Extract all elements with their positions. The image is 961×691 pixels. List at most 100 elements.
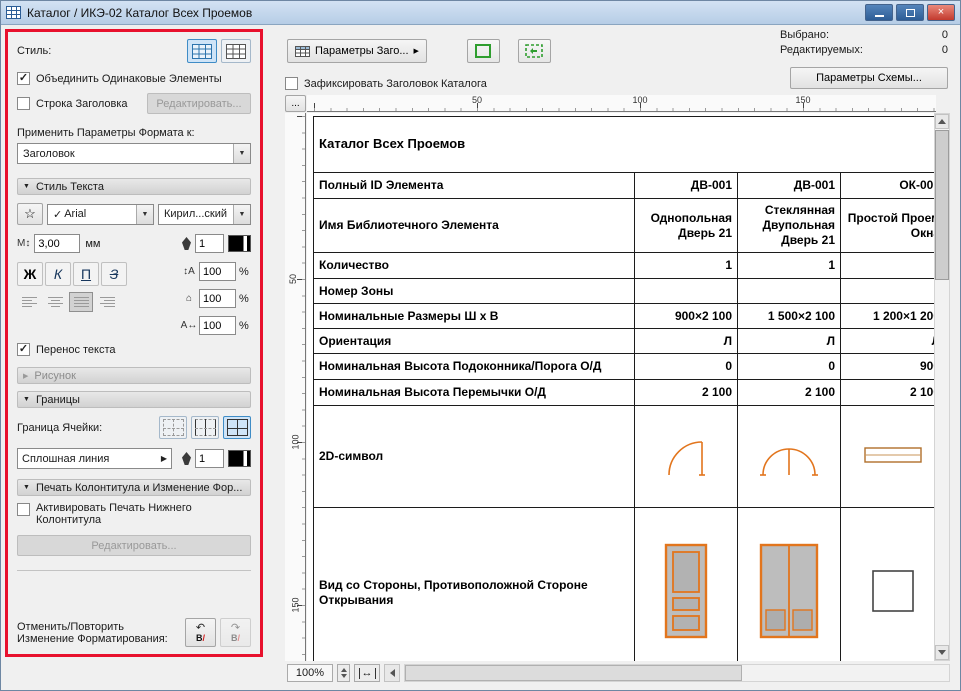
- redo-format-button[interactable]: ↷ B/: [220, 618, 251, 647]
- view-cell[interactable]: [635, 508, 738, 662]
- scheme-params-button[interactable]: Параметры Схемы...: [790, 67, 948, 89]
- cell-value[interactable]: 0: [635, 354, 738, 380]
- schedule-view[interactable]: Каталог Всех Проемов Полный ID Элемента …: [307, 113, 936, 661]
- undo-format-button[interactable]: ↶ B/: [185, 618, 216, 647]
- font-size-input[interactable]: [34, 234, 80, 253]
- zoom-stepper[interactable]: [337, 664, 350, 682]
- cell-value[interactable]: Л: [738, 329, 841, 354]
- text-style-section-header[interactable]: ▼ Стиль Текста: [17, 178, 251, 195]
- align-justify-button[interactable]: [69, 292, 93, 312]
- cell-value[interactable]: 1: [635, 253, 738, 279]
- vertical-scrollbar[interactable]: [934, 113, 950, 661]
- wrap-text-checkbox[interactable]: ✓: [17, 343, 30, 356]
- cell-value[interactable]: 0: [738, 354, 841, 380]
- cell-value[interactable]: 1 500×2 100: [738, 304, 841, 329]
- apply-format-select[interactable]: Заголовок ▼: [17, 143, 251, 164]
- horizontal-ruler: 50 100 150: [307, 95, 936, 112]
- close-button[interactable]: ×: [927, 4, 955, 21]
- edit-footer-button[interactable]: Редактировать...: [17, 535, 251, 556]
- scroll-down-button[interactable]: [935, 645, 949, 660]
- border-pen-input[interactable]: [195, 449, 224, 468]
- cell-value[interactable]: [635, 279, 738, 304]
- fit-width-button[interactable]: ↔: [354, 664, 380, 682]
- view-cell[interactable]: [738, 508, 841, 662]
- row-label[interactable]: Номинальная Высота Перемычки О/Д: [314, 380, 635, 406]
- merge-identical-checkbox[interactable]: ✓: [17, 72, 30, 85]
- cell-value[interactable]: ДВ-001: [738, 173, 841, 199]
- char-spacing-input[interactable]: [199, 316, 236, 335]
- header-params-button[interactable]: Параметры Заго... ▶: [287, 39, 427, 63]
- symbol-cell[interactable]: [841, 406, 937, 508]
- border-color-swatch[interactable]: [228, 450, 251, 467]
- maximize-button[interactable]: [896, 4, 924, 21]
- italic-button[interactable]: К: [45, 262, 71, 286]
- zoom-level[interactable]: 100%: [287, 664, 333, 682]
- cell-value[interactable]: Л: [635, 329, 738, 354]
- row-label[interactable]: Имя Библиотечного Элемента: [314, 199, 635, 253]
- cell-value[interactable]: 900: [841, 354, 937, 380]
- minimize-button[interactable]: [865, 4, 893, 21]
- cell-value[interactable]: 2 100: [841, 380, 937, 406]
- cell-value[interactable]: ДВ-001: [635, 173, 738, 199]
- bold-button[interactable]: Ж: [17, 262, 43, 286]
- align-left-button[interactable]: [17, 292, 41, 312]
- cell-value[interactable]: Стеклянная Двупольная Дверь 21: [738, 199, 841, 253]
- vertical-scroll-thumb[interactable]: [935, 130, 949, 280]
- border-vertical-button[interactable]: [191, 416, 219, 439]
- cell-value[interactable]: Л: [841, 329, 937, 354]
- style-plain-button[interactable]: [221, 39, 251, 63]
- line-type-select[interactable]: Сплошная линия ▶: [17, 448, 172, 469]
- pen-color-swatch[interactable]: [228, 235, 251, 252]
- row-label[interactable]: Количество: [314, 253, 635, 279]
- font-select[interactable]: ✓ Arial ▼: [47, 204, 154, 225]
- header-row-checkbox[interactable]: [17, 97, 30, 110]
- cell-value[interactable]: Однопольная Дверь 21: [635, 199, 738, 253]
- symbol-cell[interactable]: [738, 406, 841, 508]
- cell-value[interactable]: 1: [841, 253, 937, 279]
- border-none-button[interactable]: [159, 416, 187, 439]
- cell-value[interactable]: Простой Проем Окна: [841, 199, 937, 253]
- width-factor-input[interactable]: [199, 289, 236, 308]
- cell-value[interactable]: 1 200×1 200: [841, 304, 937, 329]
- footer-print-checkbox[interactable]: [17, 503, 30, 516]
- borders-section-header[interactable]: ▼ Границы: [17, 391, 251, 408]
- align-center-button[interactable]: [43, 292, 67, 312]
- schedule-title-cell[interactable]: Каталог Всех Проемов: [314, 117, 937, 173]
- view-cell[interactable]: [841, 508, 937, 662]
- cell-value[interactable]: 2 100: [635, 380, 738, 406]
- border-all-button[interactable]: [223, 416, 251, 439]
- row-label[interactable]: Вид со Стороны, Противоположной Стороне …: [314, 508, 635, 662]
- update-selection-button[interactable]: [518, 39, 551, 63]
- row-label[interactable]: Номинальные Размеры Ш х В: [314, 304, 635, 329]
- row-label[interactable]: Ориентация: [314, 329, 635, 354]
- scroll-up-button[interactable]: [935, 114, 949, 129]
- row-label[interactable]: 2D-символ: [314, 406, 635, 508]
- strikethrough-button[interactable]: З: [101, 262, 127, 286]
- cell-value[interactable]: 2 100: [738, 380, 841, 406]
- lock-header-checkbox[interactable]: [285, 77, 298, 90]
- scroll-left-button[interactable]: [384, 664, 400, 682]
- horizontal-scroll-thumb[interactable]: [405, 665, 742, 681]
- ruler-corner-button[interactable]: ...: [285, 95, 306, 112]
- symbol-cell[interactable]: [635, 406, 738, 508]
- underline-button[interactable]: П: [73, 262, 99, 286]
- style-grid-button[interactable]: [187, 39, 217, 63]
- select-area-button[interactable]: [467, 39, 500, 63]
- edit-header-button[interactable]: Редактировать...: [147, 93, 251, 114]
- picture-section-header[interactable]: ▶ Рисунок: [17, 367, 251, 384]
- footer-section-header[interactable]: ▼ Печать Колонтитула и Изменение Фор...: [17, 479, 251, 496]
- cell-value[interactable]: [841, 279, 937, 304]
- cell-value[interactable]: [738, 279, 841, 304]
- row-label[interactable]: Номер Зоны: [314, 279, 635, 304]
- horizontal-scrollbar[interactable]: [404, 664, 950, 682]
- line-spacing-input[interactable]: [199, 262, 236, 281]
- cell-value[interactable]: ОК-001: [841, 173, 937, 199]
- script-select[interactable]: Кирил...ский ▼: [158, 204, 251, 225]
- align-right-button[interactable]: [95, 292, 119, 312]
- cell-value[interactable]: 1: [738, 253, 841, 279]
- row-label[interactable]: Номинальная Высота Подоконника/Порога О/…: [314, 354, 635, 380]
- text-pen-input[interactable]: [195, 234, 224, 253]
- row-label[interactable]: Полный ID Элемента: [314, 173, 635, 199]
- cell-value[interactable]: 900×2 100: [635, 304, 738, 329]
- favorite-star-button[interactable]: ☆: [17, 203, 43, 225]
